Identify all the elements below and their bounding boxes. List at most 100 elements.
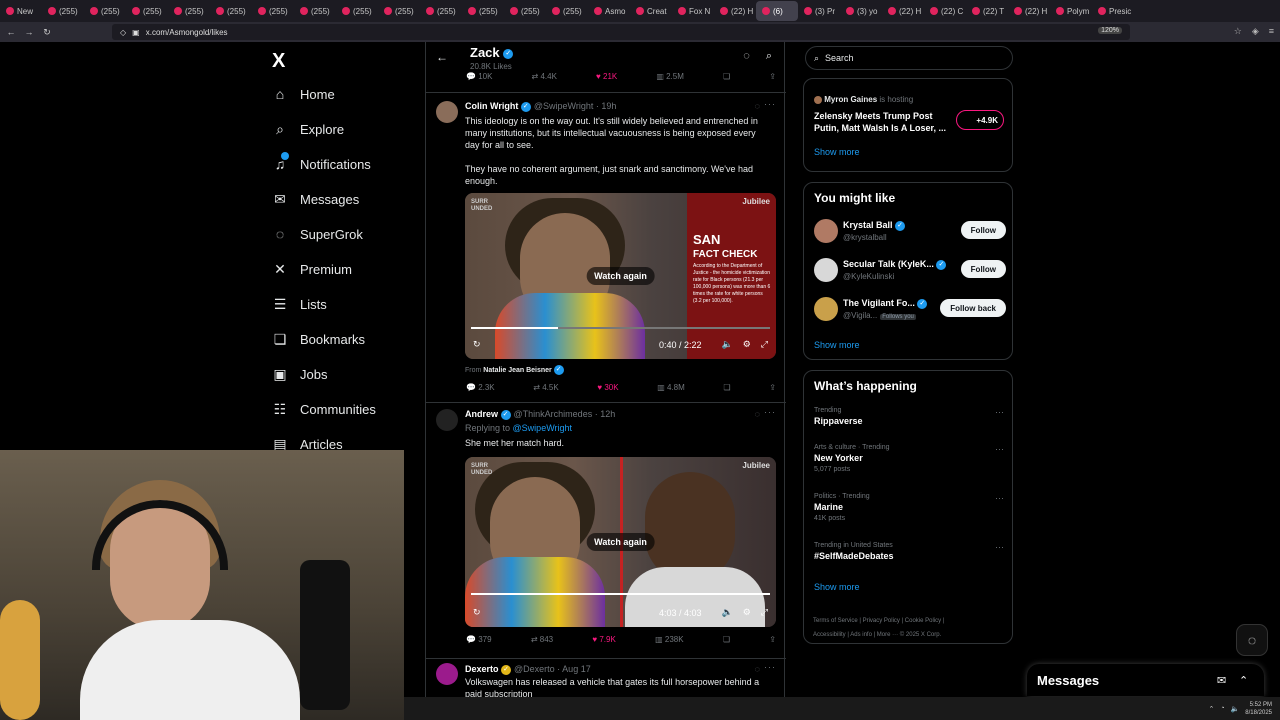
nav-item-lists[interactable]: ☰ Lists: [272, 296, 327, 312]
nav-item-notifications[interactable]: ♫ Notifications: [272, 152, 371, 172]
browser-tab[interactable]: (255): [126, 1, 168, 21]
more-icon[interactable]: ···: [764, 407, 776, 417]
fullscreen-icon[interactable]: ⤢: [761, 339, 768, 350]
suggested-account[interactable]: The Vigilant Fo... ✓ @Vigila... Follows yo…: [814, 297, 1006, 327]
nav-item-messages[interactable]: ✉ Messages: [272, 191, 359, 207]
source-name[interactable]: Natalie Jean Beisner: [483, 367, 551, 374]
volume-icon[interactable]: 🔈: [722, 607, 733, 618]
video-progress-bar[interactable]: [471, 327, 770, 329]
watch-again-button[interactable]: Watch again: [586, 267, 655, 285]
network-icon[interactable]: ◔: [1220, 705, 1224, 712]
zoom-badge[interactable]: 120%: [1098, 27, 1122, 34]
tweet-author[interactable]: Colin Wright ✓ @SwipeWright · 19h: [465, 101, 616, 112]
extension-icon[interactable]: ◈: [1252, 26, 1259, 37]
watch-again-button[interactable]: Watch again: [586, 533, 655, 551]
follow-button[interactable]: Follow: [960, 260, 1006, 278]
star-icon[interactable]: ☆: [1234, 26, 1242, 37]
views-button[interactable]: ▥ 238K: [655, 635, 683, 644]
reply-handle-link[interactable]: @SwipeWright: [513, 423, 573, 433]
video-player[interactable]: SURR UNDED Jubilee Watch again ↻ 4:03 / 4…: [465, 457, 776, 627]
nav-item-premium[interactable]: ✕ Premium: [272, 261, 352, 277]
show-more-link[interactable]: Show more: [814, 340, 860, 350]
like-button[interactable]: ♥ 21K: [596, 72, 617, 81]
grok-icon[interactable]: ◌: [755, 101, 760, 111]
reload-icon[interactable]: ↻: [40, 27, 54, 38]
tweet-author[interactable]: Dexerto ✓ @Dexerto · Aug 17: [465, 664, 591, 675]
browser-tab[interactable]: (6): [756, 1, 798, 21]
repost-button[interactable]: ⇄ 4.4K: [532, 72, 557, 81]
like-button[interactable]: ♥ 7.9K: [592, 635, 615, 644]
bookmark-icon[interactable]: ❏: [723, 72, 730, 81]
more-icon[interactable]: ···: [764, 662, 776, 672]
share-icon[interactable]: ⇪: [769, 383, 776, 392]
address-bar[interactable]: ◇ ▣ x.com/Asmongold/likes 120%: [112, 24, 1130, 40]
browser-tab[interactable]: (3) yo: [840, 1, 882, 21]
grok-fab-icon[interactable]: ◌: [1236, 624, 1268, 656]
fullscreen-icon[interactable]: ⤢: [761, 607, 768, 618]
tweet[interactable]: Andrew ✓ @ThinkArchimedes · 12h ◌ ··· Rep…: [426, 402, 786, 657]
browser-tab[interactable]: Fox N: [672, 1, 714, 21]
collapse-icon[interactable]: ⌃: [1239, 674, 1248, 687]
browser-tab[interactable]: (255): [168, 1, 210, 21]
browser-tab[interactable]: Polym: [1050, 1, 1092, 21]
browser-tab[interactable]: New: [0, 1, 42, 21]
browser-tab[interactable]: (255): [462, 1, 504, 21]
suggested-account[interactable]: Secular Talk (KyleK... ✓ @KyleKulinski Fol…: [814, 258, 1006, 288]
share-icon[interactable]: ⇪: [769, 72, 776, 81]
tweet-author[interactable]: Andrew ✓ @ThinkArchimedes · 12h: [465, 409, 615, 420]
browser-tab[interactable]: (255): [504, 1, 546, 21]
browser-tab[interactable]: (255): [210, 1, 252, 21]
browser-tab[interactable]: (255): [420, 1, 462, 21]
replay-icon[interactable]: ↻: [473, 607, 481, 618]
x-logo-icon[interactable]: X: [272, 50, 285, 73]
avatar[interactable]: [436, 101, 458, 123]
volume-icon[interactable]: 🔈: [1231, 705, 1240, 713]
new-message-icon[interactable]: ✉: [1217, 674, 1226, 687]
tray-up-icon[interactable]: ⌃: [1208, 705, 1214, 713]
more-icon[interactable]: ···: [995, 542, 1004, 552]
trend-item[interactable]: Arts & culture · Trending New Yorker 5,077…: [814, 444, 1006, 473]
search-input[interactable]: ⌕ Search: [805, 46, 1013, 70]
browser-tab[interactable]: (255): [42, 1, 84, 21]
grok-icon[interactable]: ◌: [743, 50, 750, 63]
trend-item[interactable]: Trending in United States #SelfMadeDebate…: [814, 542, 1006, 561]
back-icon[interactable]: ←: [436, 50, 448, 64]
browser-tab[interactable]: (255): [84, 1, 126, 21]
nav-item-supergrok[interactable]: ◌ SuperGrok: [272, 226, 363, 242]
like-button[interactable]: ♥ 30K: [597, 383, 618, 392]
views-button[interactable]: ▥ 2.5M: [656, 72, 684, 81]
avatar[interactable]: [436, 663, 458, 685]
avatar[interactable]: [436, 409, 458, 431]
browser-tab[interactable]: (255): [546, 1, 588, 21]
more-icon[interactable]: ···: [995, 493, 1004, 503]
grok-icon[interactable]: ◌: [755, 409, 760, 419]
nav-item-explore[interactable]: ⌕ Explore: [272, 121, 344, 137]
messages-drawer[interactable]: Messages ✉ ⌃: [1027, 664, 1264, 696]
suggested-account[interactable]: Krystal Ball ✓ @krystalball Follow: [814, 219, 1006, 249]
more-icon[interactable]: ···: [995, 407, 1004, 417]
footer-links[interactable]: Terms of Service | Privacy Policy | Cook…: [813, 614, 1013, 642]
settings-icon[interactable]: ⚙: [743, 339, 751, 350]
avatar[interactable]: [814, 297, 838, 321]
nav-item-jobs[interactable]: ▣ Jobs: [272, 366, 327, 382]
more-icon[interactable]: ···: [995, 444, 1004, 454]
volume-icon[interactable]: 🔈: [722, 339, 733, 350]
views-button[interactable]: ▥ 4.8M: [657, 383, 685, 392]
repost-button[interactable]: ⇄ 4.5K: [533, 383, 558, 392]
space-listeners[interactable]: +4.9K: [956, 110, 1004, 130]
browser-tab[interactable]: Asmo: [588, 1, 630, 21]
video-player[interactable]: SURR UNDED SAN FACT CHECK According to the…: [465, 193, 776, 359]
browser-tab[interactable]: (255): [378, 1, 420, 21]
reply-button[interactable]: 💬 10K: [466, 72, 492, 81]
bookmark-icon[interactable]: ❏: [723, 383, 730, 392]
browser-tab[interactable]: (3) Pr: [798, 1, 840, 21]
clock[interactable]: 5:52 PM 8/18/2025: [1245, 701, 1272, 717]
repost-button[interactable]: ⇄ 843: [531, 635, 553, 644]
search-icon[interactable]: ⌕: [766, 50, 772, 63]
browser-tab[interactable]: (22) T: [966, 1, 1008, 21]
trend-item[interactable]: Trending Rippaverse ···: [814, 407, 1006, 426]
menu-icon[interactable]: ≡: [1269, 26, 1274, 37]
nav-item-communities[interactable]: ☷ Communities: [272, 401, 376, 417]
browser-tab[interactable]: (255): [294, 1, 336, 21]
nav-item-home[interactable]: ⌂ Home: [272, 86, 335, 102]
